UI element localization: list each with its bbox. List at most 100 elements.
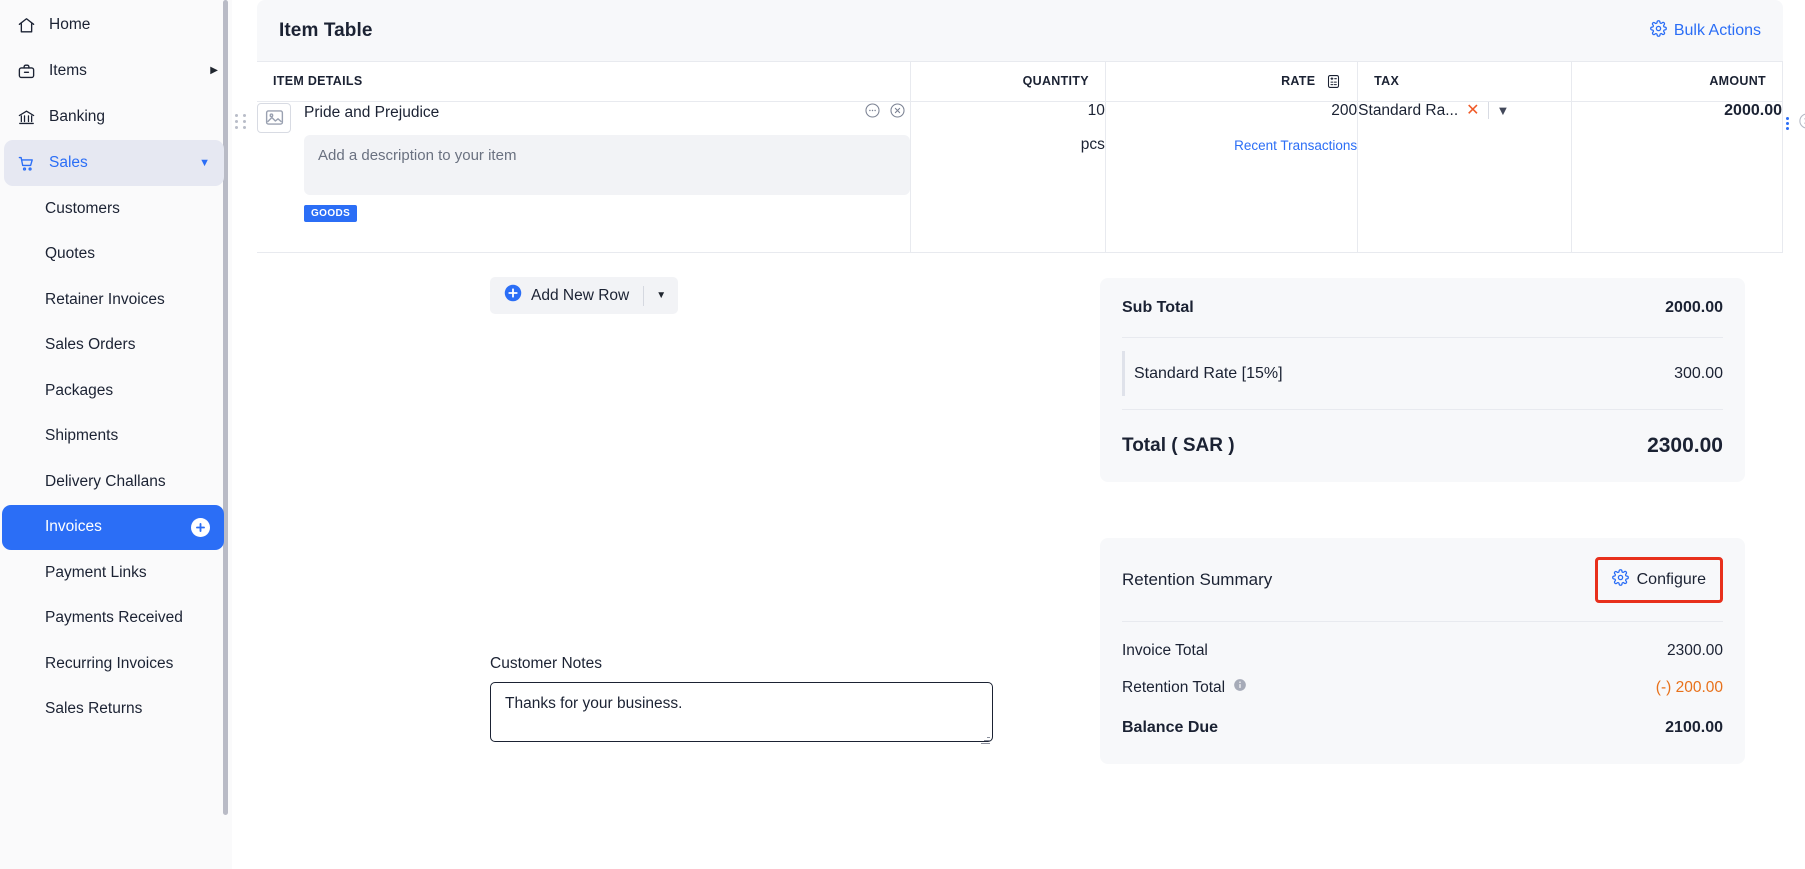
add-new-row-main[interactable]: Add New Row — [490, 277, 643, 314]
gear-icon — [1611, 568, 1629, 591]
briefcase-icon — [16, 61, 36, 81]
rate-value[interactable]: 200 — [1106, 102, 1357, 120]
quantity-value[interactable]: 10 — [911, 102, 1105, 120]
item-table-panel: Item Table Bulk Actions ITEM DETAILS QUA… — [235, 0, 1805, 253]
sub-total-label: Sub Total — [1122, 298, 1194, 316]
sidebar-item-items[interactable]: Items ▶ — [0, 48, 232, 94]
sidebar-item-sales-orders[interactable]: Sales Orders — [0, 323, 232, 369]
sidebar-item-label: Retainer Invoices — [45, 290, 165, 308]
configure-button[interactable]: Configure — [1594, 556, 1723, 603]
sidebar-item-label: Items — [49, 62, 87, 79]
items-table: ITEM DETAILS QUANTITY RATE TAX AMOUNT Pr… — [235, 62, 1805, 253]
column-header-quantity: QUANTITY — [910, 62, 1106, 102]
plus-circle-icon — [504, 284, 522, 307]
sidebar-item-shipments[interactable]: Shipments — [0, 414, 232, 460]
retention-row-value: 2300.00 — [1666, 641, 1723, 659]
retention-summary-title: Retention Summary — [1122, 569, 1273, 589]
cell-item-details: Pride and Prejudice Add a description to… — [235, 101, 912, 253]
sidebar-item-label: Invoices — [45, 518, 102, 536]
sidebar-item-label: Recurring Invoices — [45, 654, 174, 672]
info-icon[interactable] — [1233, 678, 1247, 697]
chevron-down-icon[interactable]: ▼ — [1497, 103, 1510, 118]
items-table-body: Pride and Prejudice Add a description to… — [235, 101, 1805, 253]
cell-rate: 200 Recent Transactions — [1105, 101, 1359, 253]
sidebar: Home Items ▶ Banking Sales ▼ Customers Q… — [0, 0, 232, 869]
status-badge: GOODS — [304, 204, 358, 222]
sidebar-item-payments-received[interactable]: Payments Received — [0, 596, 232, 642]
sidebar-item-banking[interactable]: Banking — [0, 94, 232, 140]
bulk-actions-button[interactable]: Bulk Actions — [1649, 19, 1761, 42]
sidebar-item-sales[interactable]: Sales ▼ — [4, 140, 224, 186]
tax-summary-label: Standard Rate [15%] — [1134, 364, 1283, 382]
grand-total-label: Total ( SAR ) — [1122, 435, 1235, 456]
row-more-actions-icon[interactable] — [1786, 117, 1789, 130]
sidebar-item-label: Home — [49, 16, 91, 33]
configure-label: Configure — [1636, 570, 1706, 588]
customer-notes-input[interactable] — [490, 682, 993, 742]
item-image-placeholder-icon[interactable] — [257, 102, 291, 133]
retention-row-label: Invoice Total — [1122, 641, 1208, 659]
sidebar-item-label: Shipments — [45, 427, 119, 445]
add-invoice-plus-icon[interactable] — [191, 517, 210, 537]
item-description-input[interactable]: Add a description to your item — [304, 134, 911, 195]
tax-value[interactable]: Standard Ra... — [1358, 102, 1458, 120]
sidebar-item-invoices[interactable]: Invoices — [2, 504, 224, 550]
add-new-row-label: Add New Row — [531, 286, 630, 304]
retention-row-value: 2100.00 — [1665, 719, 1723, 736]
sidebar-item-home[interactable]: Home — [0, 2, 232, 48]
quantity-unit[interactable]: pcs — [911, 136, 1105, 154]
sidebar-item-delivery-challans[interactable]: Delivery Challans — [0, 459, 232, 505]
rate-calculator-icon[interactable] — [1326, 74, 1341, 89]
grand-total-row: Total ( SAR ) 2300.00 — [1122, 410, 1723, 482]
sidebar-item-label: Sales — [49, 154, 88, 171]
chevron-down-icon: ▼ — [199, 156, 210, 169]
drag-handle-icon[interactable] — [235, 113, 246, 129]
cell-quantity: 10 pcs — [910, 101, 1106, 253]
sidebar-item-label: Sales Returns — [45, 700, 143, 718]
sub-total-value: 2000.00 — [1665, 298, 1723, 316]
row-tools — [1786, 112, 1805, 135]
sidebar-item-label: Delivery Challans — [45, 472, 166, 490]
sidebar-item-recurring-invoices[interactable]: Recurring Invoices — [0, 641, 232, 687]
items-table-head: ITEM DETAILS QUANTITY RATE TAX AMOUNT — [257, 62, 1784, 102]
tax-summary-row: Standard Rate [15%] 300.00 — [1122, 338, 1723, 410]
amount-value: 2000.00 — [1724, 101, 1782, 119]
sidebar-item-packages[interactable]: Packages — [0, 368, 232, 414]
tax-summary-value: 300.00 — [1674, 364, 1723, 382]
column-header-rate: RATE — [1105, 62, 1359, 102]
sidebar-item-retainer-invoices[interactable]: Retainer Invoices — [0, 277, 232, 323]
home-icon — [16, 15, 36, 35]
table-row: Pride and Prejudice Add a description to… — [235, 101, 1805, 253]
retention-summary-card: Retention Summary Configure Invoice Tota… — [1100, 538, 1745, 764]
sidebar-item-customers[interactable]: Customers — [0, 186, 232, 232]
customer-notes-section: Customer Notes — [490, 655, 993, 747]
totals-card: Sub Total 2000.00 Standard Rate [15%] 30… — [1100, 278, 1745, 482]
sidebar-item-sales-returns[interactable]: Sales Returns — [0, 687, 232, 733]
bulk-actions-label: Bulk Actions — [1673, 21, 1761, 39]
chevron-right-icon: ▶ — [210, 65, 218, 76]
customer-notes-label: Customer Notes — [490, 655, 602, 672]
retention-row-label: Retention Total — [1122, 678, 1226, 696]
column-header-rate-label: RATE — [1281, 73, 1316, 88]
retention-row-retention-total: Retention Total (-) 200.00 — [1122, 669, 1723, 706]
sub-total-row: Sub Total 2000.00 — [1122, 278, 1723, 338]
sidebar-item-label: Quotes — [45, 245, 95, 263]
cart-icon — [16, 153, 36, 173]
sidebar-item-quotes[interactable]: Quotes — [0, 232, 232, 278]
item-name[interactable]: Pride and Prejudice — [304, 104, 439, 122]
remove-item-icon[interactable] — [889, 102, 906, 124]
add-new-row-button[interactable]: Add New Row ▼ — [490, 277, 679, 314]
sidebar-item-label: Packages — [45, 381, 114, 399]
column-header-amount: AMOUNT — [1571, 62, 1784, 102]
chevron-down-icon[interactable]: ▼ — [644, 277, 678, 314]
more-options-icon[interactable] — [864, 102, 881, 124]
clear-tax-icon[interactable]: ✕ — [1466, 102, 1479, 119]
sidebar-sales-submenu: Customers Quotes Retainer Invoices Sales… — [0, 186, 232, 732]
sidebar-item-label: Payments Received — [45, 609, 183, 627]
main-content: Item Table Bulk Actions ITEM DETAILS QUA… — [232, 0, 1805, 869]
sidebar-item-payment-links[interactable]: Payment Links — [0, 550, 232, 596]
retention-row-label: Balance Due — [1122, 719, 1219, 736]
column-header-item-details: ITEM DETAILS — [257, 62, 912, 102]
delete-row-icon[interactable] — [1798, 112, 1805, 135]
recent-transactions-link[interactable]: Recent Transactions — [1106, 138, 1357, 153]
